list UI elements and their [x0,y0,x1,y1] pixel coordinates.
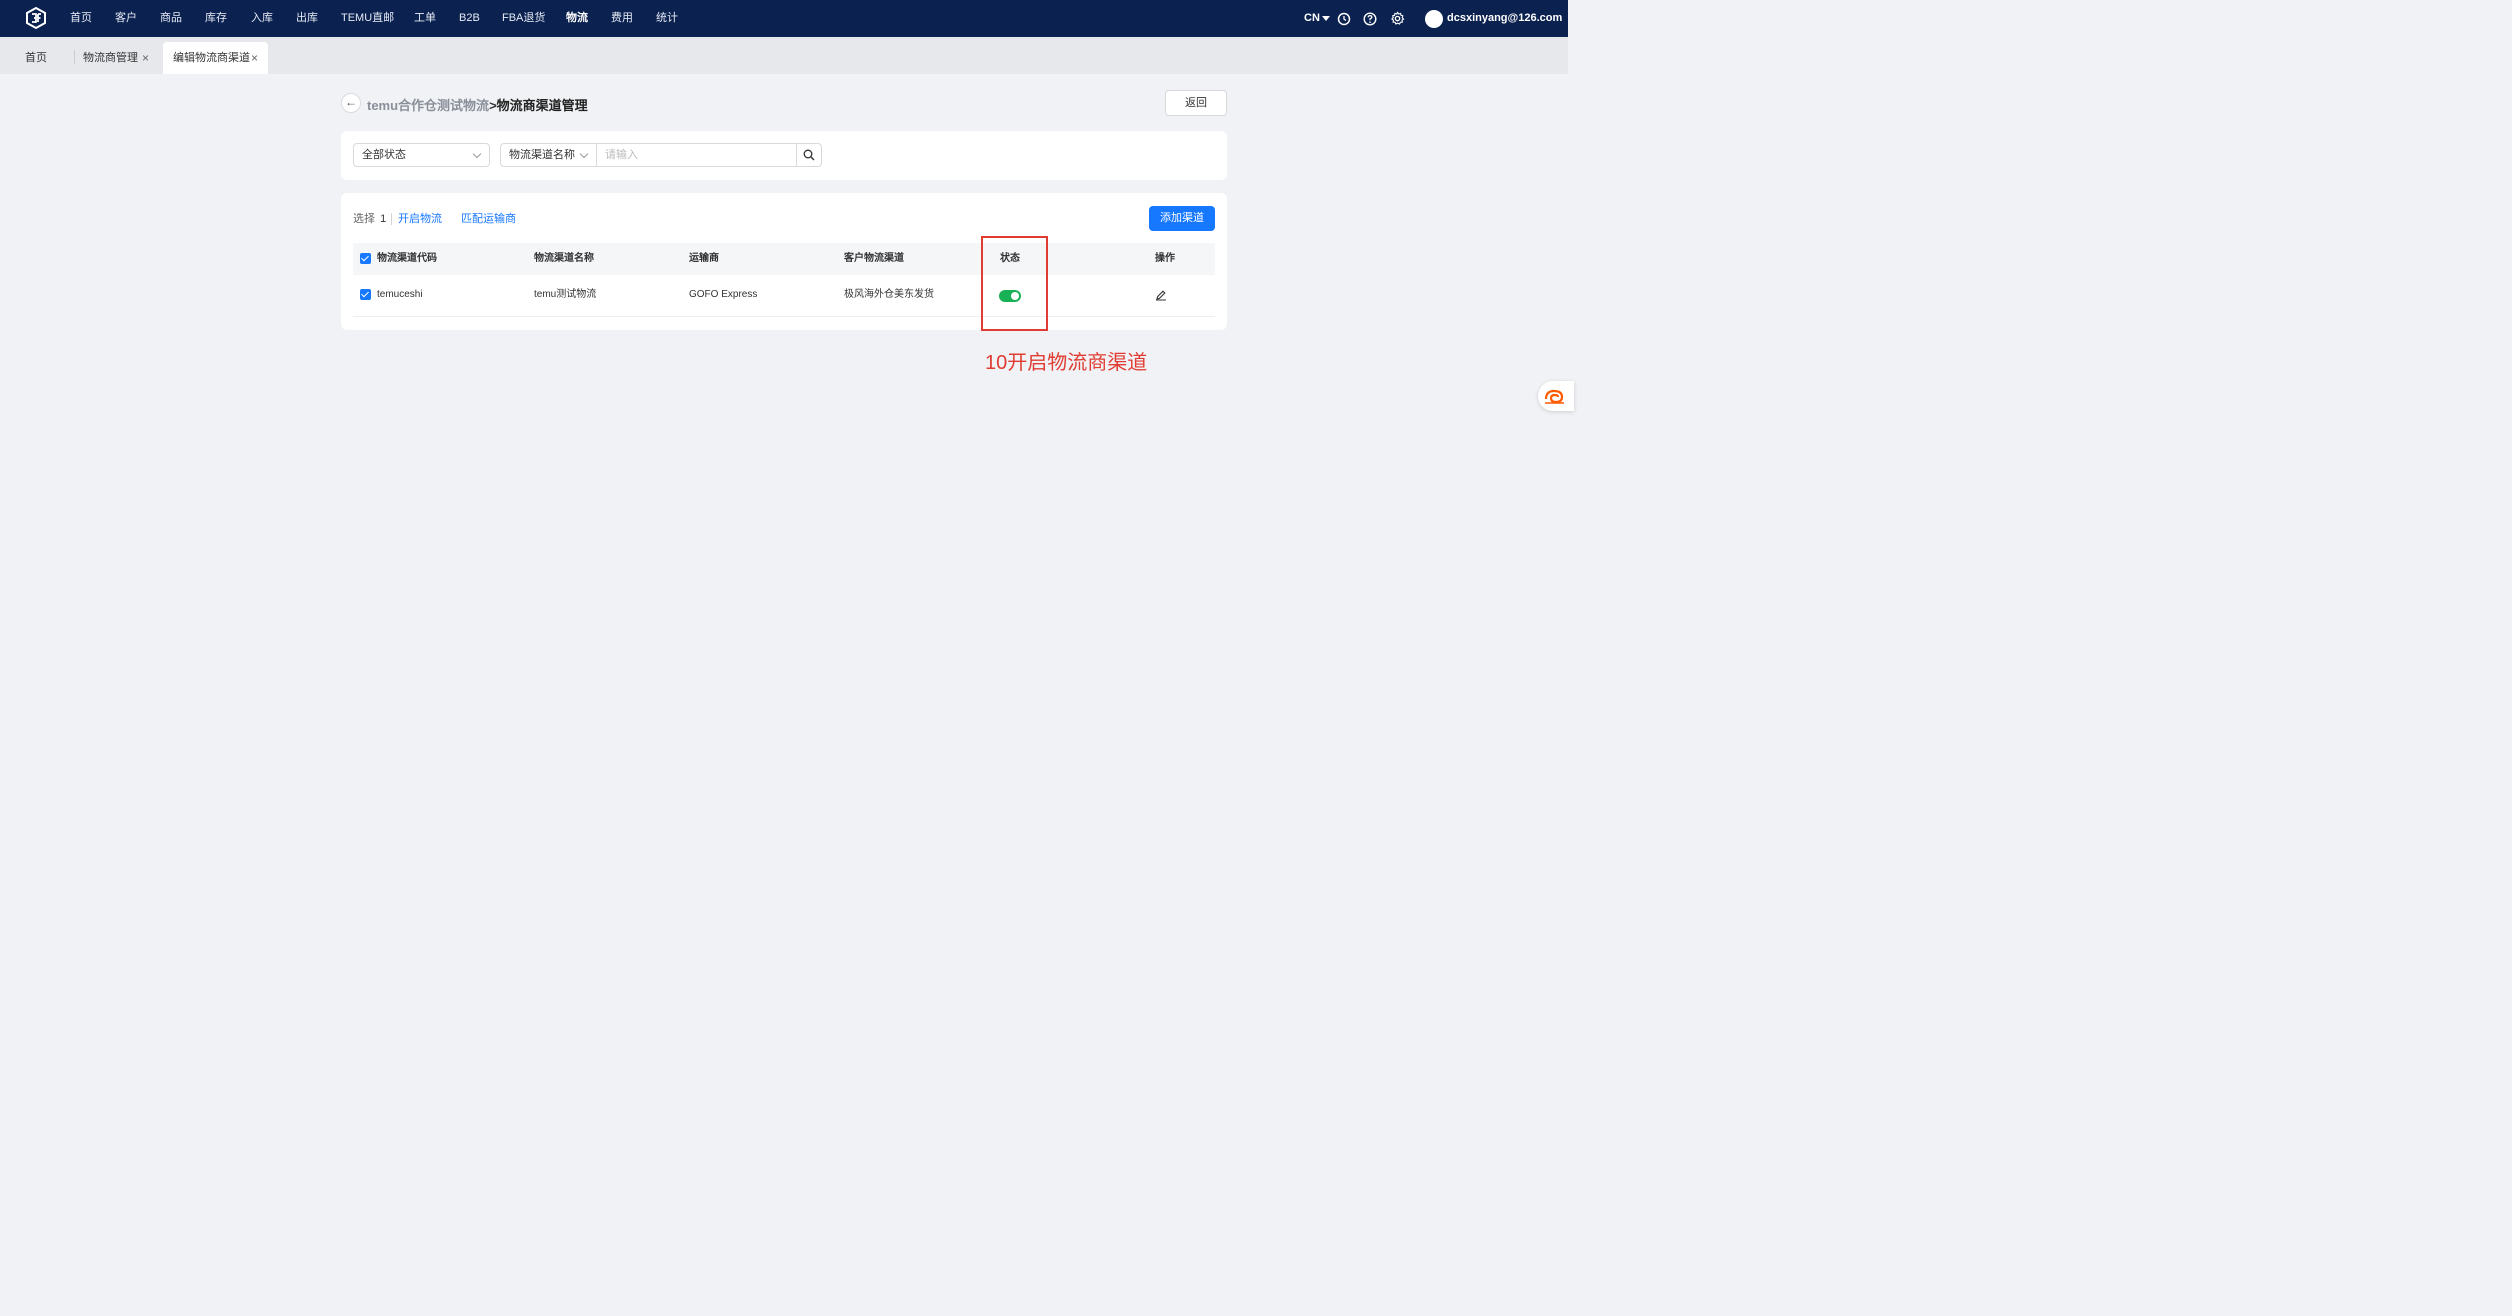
tab-label: 编辑物流商渠道 [173,52,250,64]
page-title: 物流商渠道管理 [496,98,588,113]
selection-label: 选择 [353,213,375,225]
column-header: 操作 [1155,253,1175,264]
table-header: 物流渠道代码 物流渠道名称 运输商 客户物流渠道 状态 操作 [353,243,1215,275]
carrier: GOFO Express [689,289,758,300]
tab-label: 物流商管理 [83,52,138,64]
nav-temu-direct[interactable]: TEMU直邮 [341,0,394,37]
nav-statistics[interactable]: 统计 [656,0,678,37]
nav-home[interactable]: 首页 [70,0,92,37]
search-field-value: 物流渠道名称 [509,149,575,161]
selection-info: 选择 1 [353,212,386,226]
caret-down-icon [1321,15,1330,21]
side-widget[interactable] [1538,381,1574,411]
nav-customer[interactable]: 客户 [115,0,137,37]
enable-logistics-link[interactable]: 开启物流 [398,212,442,226]
status-select-value: 全部状态 [362,149,406,161]
search-input[interactable]: 请输入 [596,143,797,167]
match-carrier-link[interactable]: 匹配运输商 [461,212,516,226]
widget-logo-icon [1544,389,1564,404]
clock-settings-icon[interactable] [1337,12,1351,26]
tab-bar: 首页 物流商管理 × 编辑物流商渠道 × [0,37,1568,74]
breadcrumb-parent[interactable]: temu合作仓测试物流 [367,98,489,113]
nav-workorder[interactable]: 工单 [414,0,436,37]
toolbar-divider [391,213,392,225]
back-button[interactable]: ← [341,93,361,113]
help-icon[interactable] [1363,12,1377,26]
edit-icon[interactable] [1155,289,1167,301]
chevron-down-icon [579,149,589,159]
avatar[interactable] [1425,10,1443,28]
nav-outbound[interactable]: 出库 [296,0,318,37]
arrow-left-icon: ← [345,95,357,109]
search-icon [803,149,815,161]
logo-icon[interactable] [25,7,47,29]
nav-inbound[interactable]: 入库 [251,0,273,37]
nav-product[interactable]: 商品 [160,0,182,37]
channel-code: temuceshi [377,289,423,300]
customer-channel: 极风海外仓美东发货 [844,289,934,300]
annotation-highlight-box [981,236,1048,331]
column-header: 运输商 [689,253,719,264]
nav-b2b[interactable]: B2B [459,0,480,37]
column-header: 物流渠道代码 [377,253,437,264]
tab-edit-channel[interactable]: 编辑物流商渠道 × [163,42,268,74]
nav-fba-return[interactable]: FBA退货 [502,0,545,37]
return-button[interactable]: 返回 [1165,90,1227,116]
select-all-checkbox[interactable] [360,253,371,264]
language-switcher[interactable]: CN [1304,0,1330,37]
table-row: temuceshi temu测试物流 GOFO Express 极风海外仓美东发… [353,276,1215,317]
status-select[interactable]: 全部状态 [353,143,490,167]
row-checkbox[interactable] [360,289,371,300]
tab-logistics-provider[interactable]: 物流商管理 [83,42,138,74]
language-label: CN [1304,12,1320,24]
nav-fees[interactable]: 费用 [611,0,633,37]
channel-name: temu测试物流 [534,289,597,300]
breadcrumb: temu合作仓测试物流>物流商渠道管理 [367,95,588,114]
user-email: dcsxinyang@126.com [1447,12,1563,24]
search-field-select[interactable]: 物流渠道名称 [500,143,597,167]
selection-count: 1 [380,213,387,225]
chevron-down-icon [472,149,482,159]
column-header: 客户物流渠道 [844,253,904,264]
nav-logistics[interactable]: 物流 [566,0,588,37]
close-icon[interactable]: × [142,42,149,74]
user-menu[interactable]: dcsxinyang@126.com [1447,0,1568,58]
column-header: 物流渠道名称 [534,253,594,264]
nav-inventory[interactable]: 库存 [205,0,227,37]
gear-icon[interactable] [1390,11,1405,26]
tab-home[interactable]: 首页 [25,42,47,74]
breadcrumb-separator: > [489,98,497,113]
top-nav: 首页 客户 商品 库存 入库 出库 TEMU直邮 工单 B2B FBA退货 物流… [0,0,1568,58]
tab-divider [74,50,75,64]
add-channel-button[interactable]: 添加渠道 [1149,206,1215,231]
annotation-text: 10开启物流商渠道 [985,352,1148,374]
close-icon[interactable]: × [251,42,258,74]
search-button[interactable] [796,143,822,167]
